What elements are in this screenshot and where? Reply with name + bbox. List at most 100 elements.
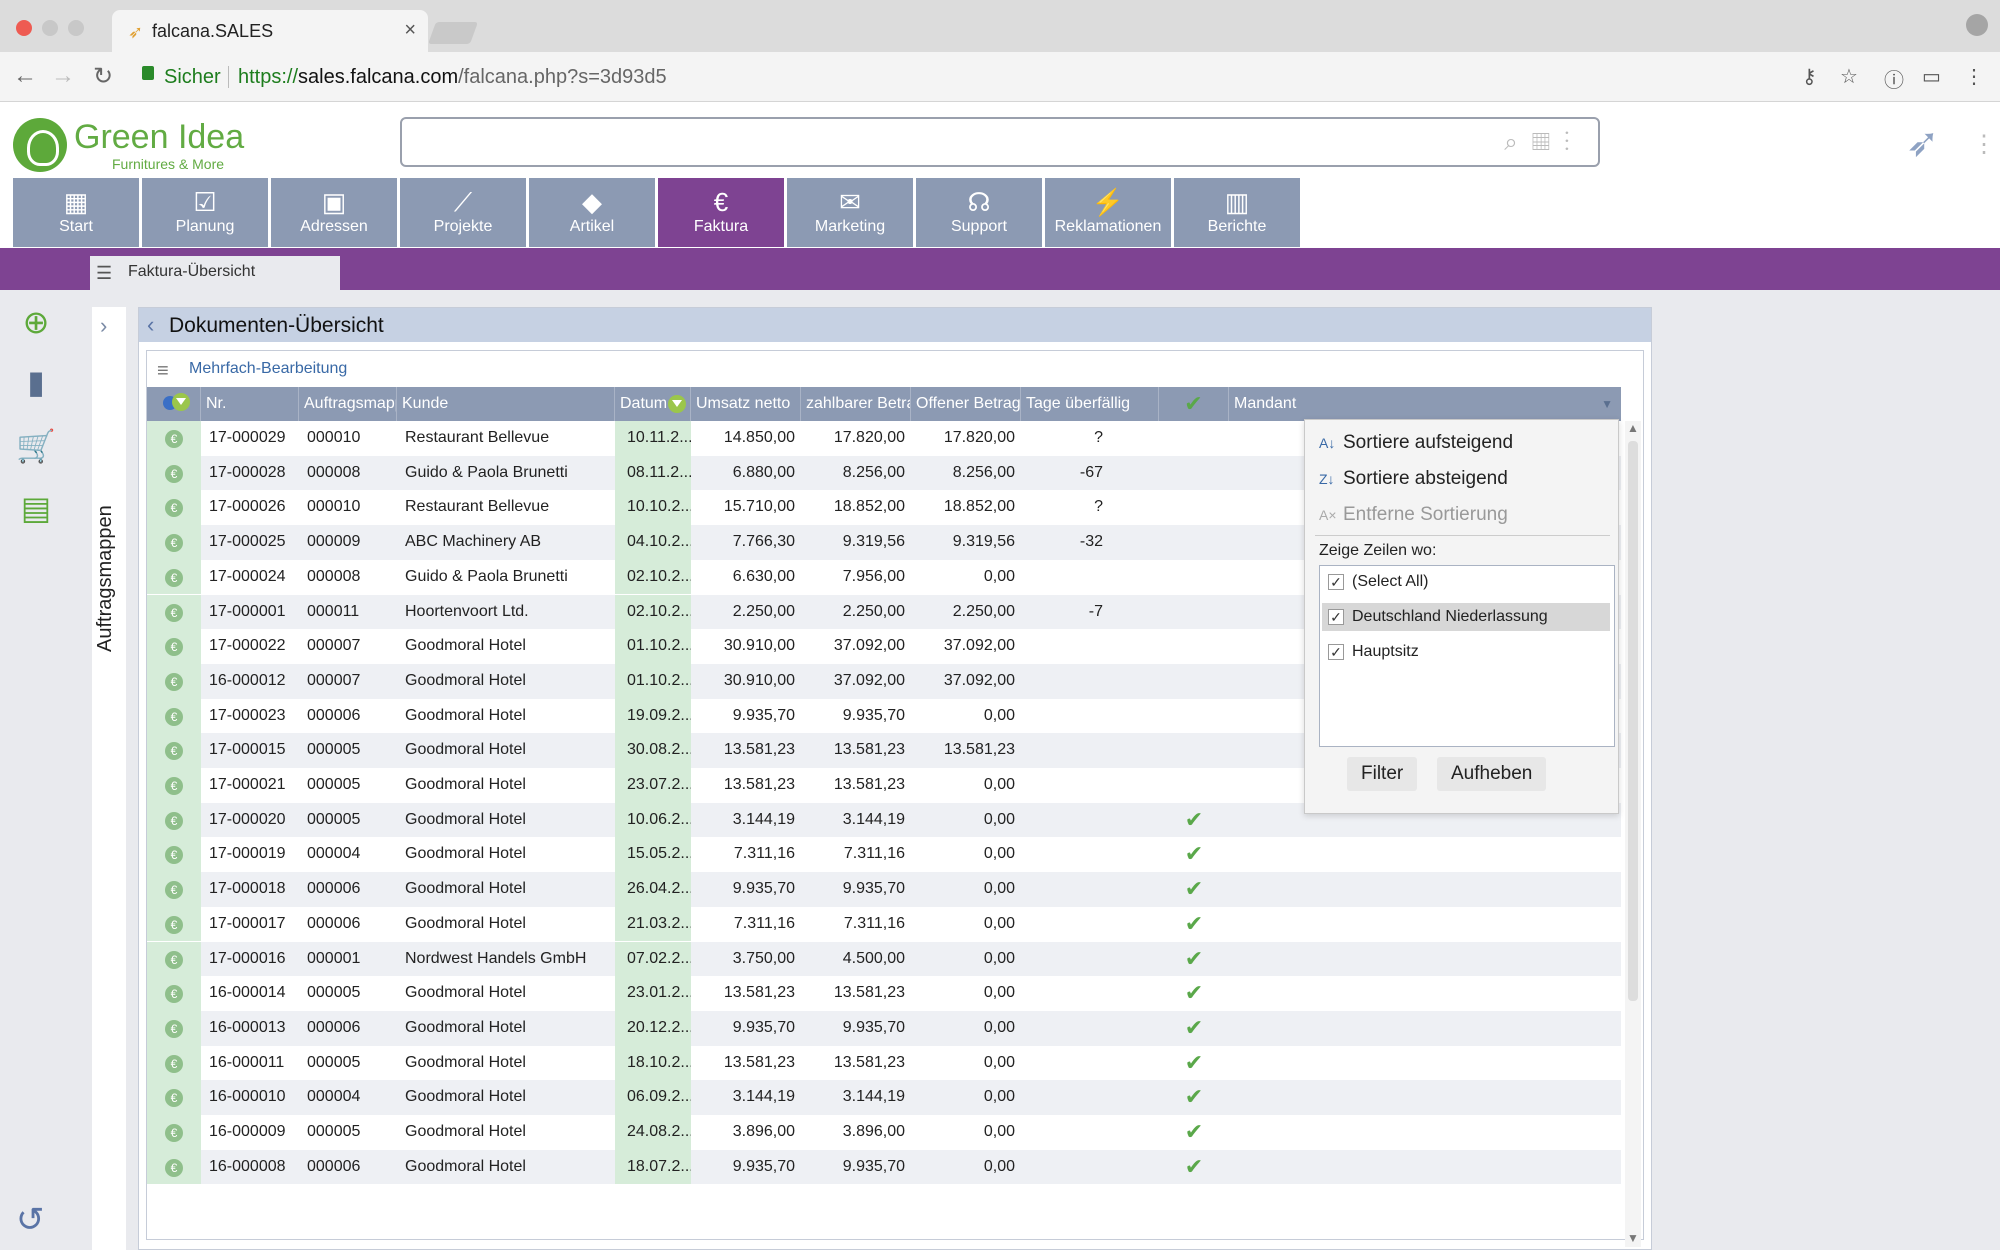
tab-close-icon[interactable]: × [404,19,416,42]
address-bar[interactable]: Sicher https://sales.falcana.com/falcana… [130,58,1825,94]
euro-document-icon[interactable]: € [165,464,183,483]
euro-document-icon[interactable]: € [165,1124,183,1142]
folder-strip[interactable]: › Auftragsmappen [92,307,126,1250]
history-icon[interactable]: ↺ [16,1200,45,1240]
euro-document-icon[interactable]: € [165,915,183,934]
module-berichte[interactable]: ▥ Berichte [1174,178,1300,247]
hamburger-icon[interactable]: ≡ [157,360,169,383]
euro-document-icon[interactable]: € [165,1054,183,1073]
filter-options-list[interactable]: ✓ (Select All) ✓ Deutschland Niederlassung… [1319,565,1615,747]
euro-document-icon[interactable]: € [165,950,183,969]
header-kunde[interactable]: Kunde [397,387,615,421]
column-menu-chevron-down-icon[interactable]: ▼ [1601,387,1613,421]
filter-option-deutschland-niederlassung[interactable]: ✓ Deutschland Niederlassung [1322,603,1610,631]
header-icon-column[interactable] [147,387,201,421]
browser-menu-icon[interactable]: ⋮ [1964,64,1984,89]
table-row[interactable]: €16-000013 000006 Goodmoral Hotel 20.12.2..… [147,1010,1621,1046]
remove-sort-item[interactable]: A× Entferne Sortierung [1319,504,1508,526]
module-start[interactable]: ▦ Start [13,178,139,247]
checkbox-checked-icon[interactable]: ✓ [1328,644,1344,660]
module-artikel[interactable]: ◆ Artikel [529,178,655,247]
header-zahlbarer-betrag[interactable]: zahlbarer Betrag [801,387,911,421]
multi-edit-link[interactable]: Mehrfach-Bearbeitung [189,360,347,378]
chevron-right-icon[interactable]: › [100,313,107,339]
search-icon[interactable]: ⌕ [1504,129,1531,156]
checkbox-checked-icon[interactable]: ✓ [1328,574,1344,590]
header-tage-ueberfaellig[interactable]: Tage überfällig [1021,387,1159,421]
add-circle-icon[interactable]: ⊕ [16,302,56,342]
header-nr[interactable]: Nr. [201,387,299,421]
euro-document-icon[interactable]: € [165,707,183,726]
header-status-column[interactable]: ✔ [1159,387,1229,421]
search-menu-icon[interactable]: ⋮ [1564,129,1584,156]
table-row[interactable]: €17-000018 000006 Goodmoral Hotel 26.04.2..… [147,872,1621,907]
module-reklamationen[interactable]: ⚡ Reklamationen [1045,178,1171,247]
module-adressen[interactable]: ▣ Adressen [271,178,397,247]
filter-option-select-all[interactable]: ✓ (Select All) [1322,568,1610,596]
euro-document-icon[interactable]: € [165,638,183,657]
filter-icon[interactable] [172,393,190,411]
table-row[interactable]: €16-000010 000004 Goodmoral Hotel 06.09.2..… [147,1080,1621,1115]
module-faktura[interactable]: € Faktura [658,178,784,247]
maximize-window-button[interactable] [68,20,84,36]
euro-document-icon[interactable]: € [165,846,183,865]
euro-document-icon[interactable]: € [165,742,183,761]
extension-icon[interactable]: ⓘ [1884,64,1904,93]
module-support[interactable]: ☊ Support [916,178,1042,247]
euro-document-icon[interactable]: € [165,430,183,448]
cast-icon[interactable]: ▭ [1922,64,1941,89]
euro-document-icon[interactable]: € [165,1019,183,1038]
filter-option-hauptsitz[interactable]: ✓ Hauptsitz [1322,638,1610,666]
chevron-left-icon[interactable]: ‹ [147,312,154,338]
browser-tab[interactable]: ➶ falcana.SALES × [112,10,428,52]
euro-document-icon[interactable]: € [165,881,183,900]
invoice-euro-icon[interactable]: ▤ [16,488,56,528]
euro-document-icon[interactable]: € [165,534,183,553]
euro-document-icon[interactable]: € [165,499,183,518]
table-row[interactable]: €17-000019 000004 Goodmoral Hotel 15.05.2..… [147,837,1621,873]
euro-document-icon[interactable]: € [165,811,183,830]
traffic-light-icon[interactable]: ▮ [16,362,56,402]
sort-descending-item[interactable]: Z↓ Sortiere absteigend [1319,468,1508,490]
euro-document-icon[interactable]: € [165,1158,183,1177]
subtab-faktura-uebersicht[interactable]: ☰ Faktura-Übersicht [90,256,340,290]
back-arrow-icon[interactable]: ← [10,62,40,90]
header-auftragsmappe[interactable]: Auftragsmappe [299,387,397,421]
header-umsatz-netto[interactable]: Umsatz netto [691,387,801,421]
close-window-button[interactable] [16,20,32,36]
scroll-up-icon[interactable]: ▲ [1627,421,1639,435]
datum-filter-icon[interactable] [668,395,686,413]
euro-document-icon[interactable]: € [165,985,183,1004]
module-planung[interactable]: ☑ Planung [142,178,268,247]
reload-icon[interactable]: ↻ [88,62,118,91]
sort-ascending-item[interactable]: A↓ Sortiere aufsteigend [1319,432,1513,454]
bookmark-star-icon[interactable]: ☆ [1840,64,1858,89]
scroll-down-icon[interactable]: ▼ [1627,1231,1639,1245]
new-tab-button[interactable] [427,22,479,44]
euro-document-icon[interactable]: € [165,1089,183,1108]
qr-search-icon[interactable]: ▦ [1532,129,1564,156]
module-marketing[interactable]: ✉ Marketing [787,178,913,247]
table-row[interactable]: €16-000009 000005 Goodmoral Hotel 24.08.2..… [147,1115,1621,1150]
table-row[interactable]: €16-000011 000005 Goodmoral Hotel 18.10.2..… [147,1045,1621,1081]
minimize-window-button[interactable] [42,20,58,36]
shopping-cart-icon[interactable]: 🛒 [16,426,56,466]
table-row[interactable]: €17-000017 000006 Goodmoral Hotel 21.03.2..… [147,906,1621,942]
euro-document-icon[interactable]: € [165,603,183,622]
table-row[interactable]: €17-000016 000001 Nordwest Handels GmbH 07.… [147,941,1621,977]
filter-button[interactable]: Filter [1347,757,1418,791]
header-mandant[interactable]: Mandant ▼ [1229,387,1621,421]
euro-document-icon[interactable]: € [165,777,183,795]
clear-filter-button[interactable]: Aufheben [1437,757,1547,791]
profile-icon[interactable] [1966,14,1988,36]
euro-document-icon[interactable]: € [165,672,183,691]
global-search-input[interactable]: ⌕▦⋮ [400,117,1600,167]
header-offener-betrag[interactable]: Offener Betrag [911,387,1021,421]
grid-scrollbar[interactable]: ▲ ▼ [1625,421,1641,1247]
module-projekte[interactable]: ⟋ Projekte [400,178,526,247]
app-menu-icon[interactable]: ⋮ [1972,130,1996,159]
checkbox-checked-icon[interactable]: ✓ [1328,609,1344,625]
forward-arrow-icon[interactable]: → [48,62,78,90]
key-icon[interactable]: ⚷ [1802,64,1817,89]
euro-document-icon[interactable]: € [165,568,183,587]
